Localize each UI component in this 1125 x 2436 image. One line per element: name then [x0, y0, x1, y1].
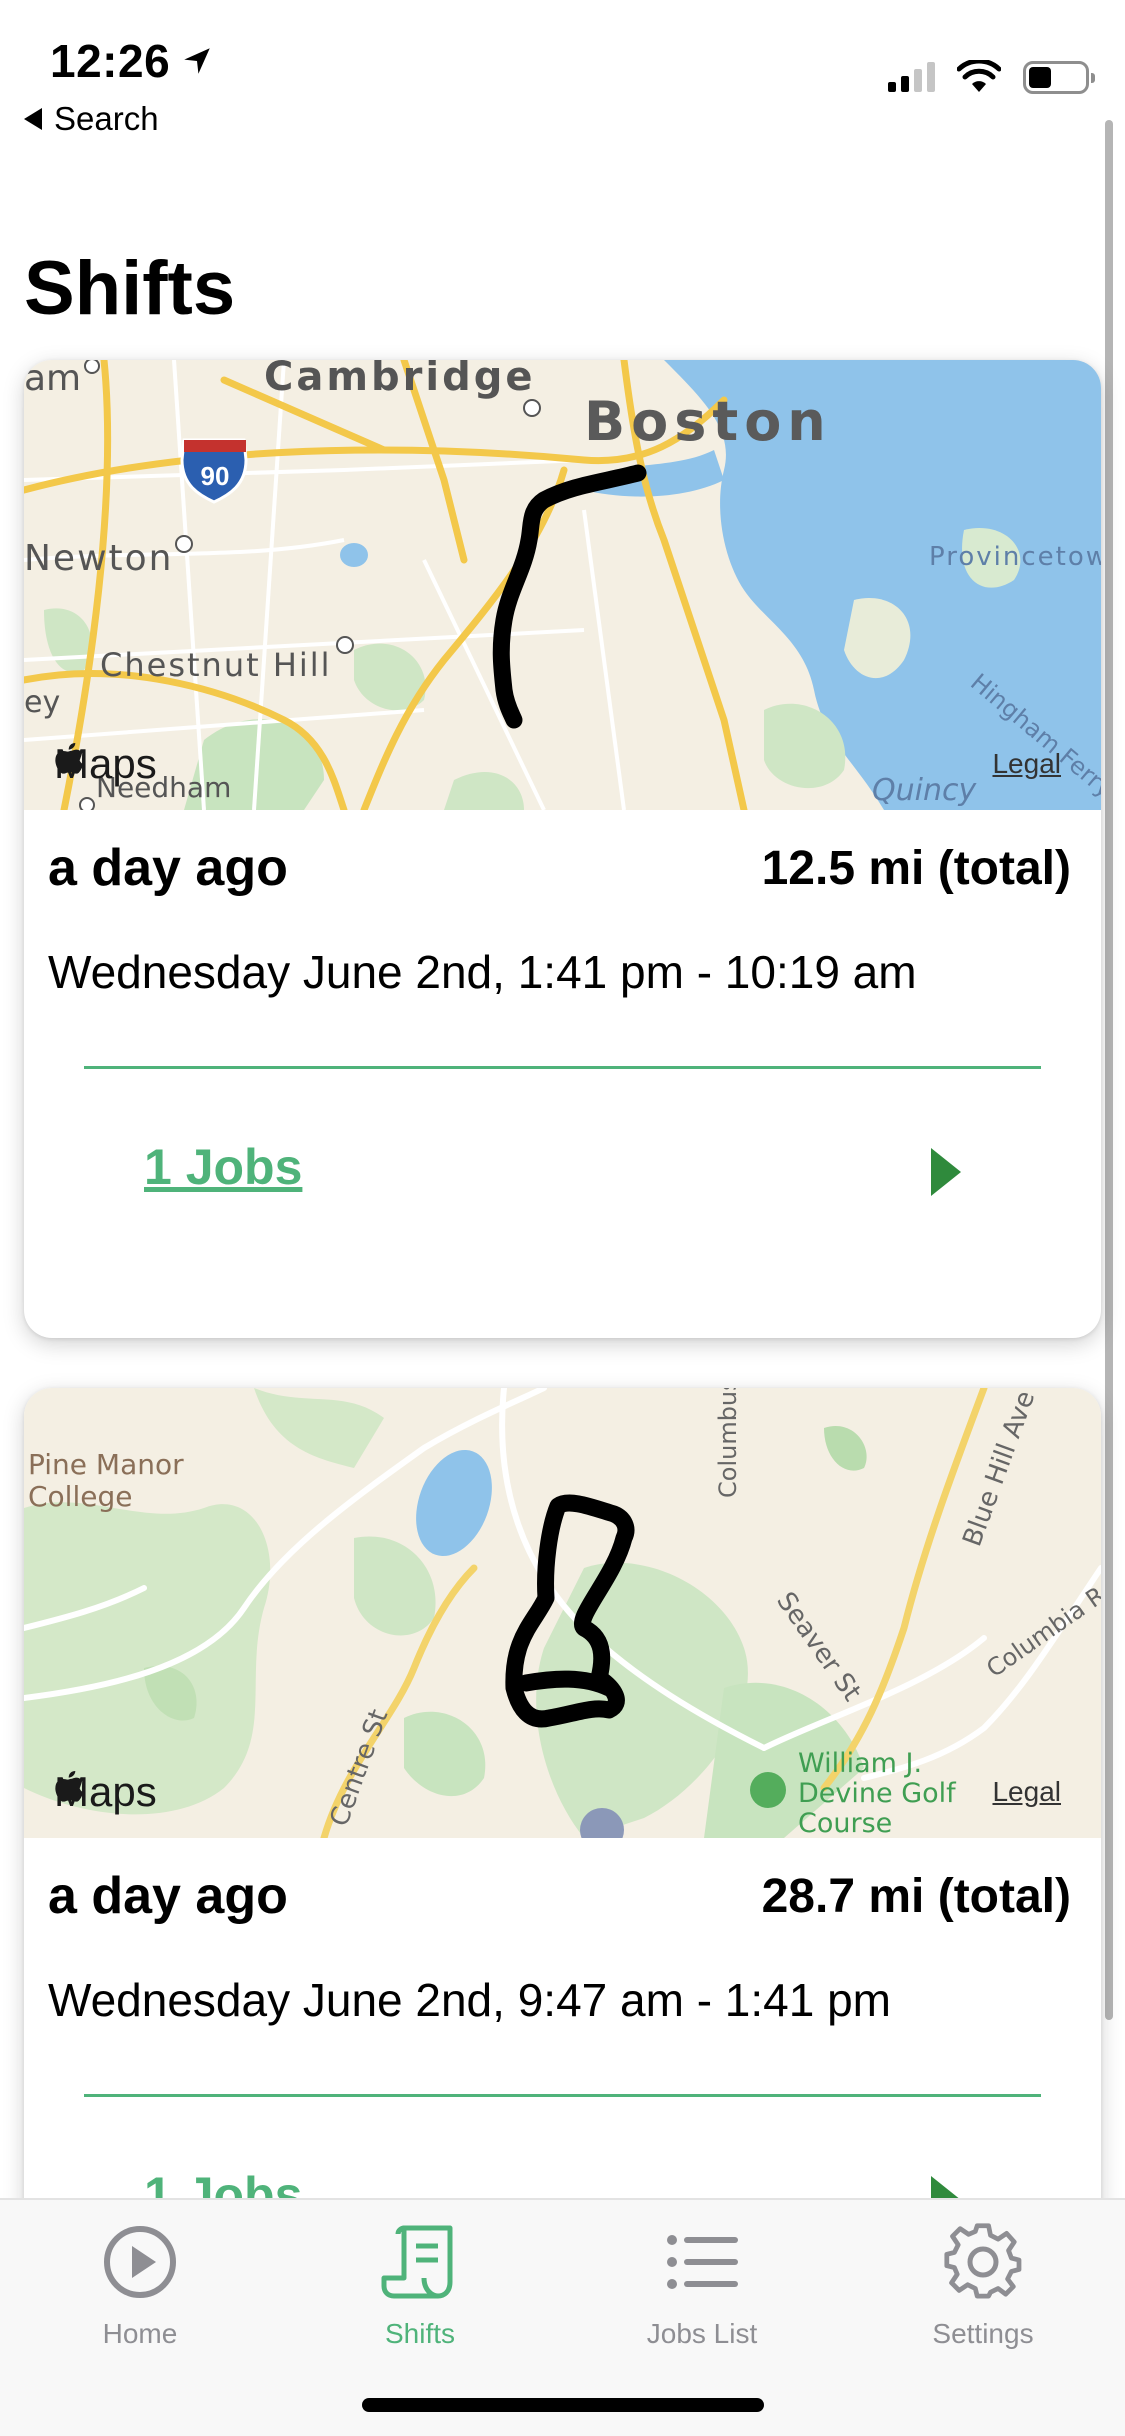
shift-relative-date: a day ago — [48, 1867, 288, 1925]
list-icon — [667, 2235, 738, 2289]
shift-distance: 12.5 mi (total) — [761, 841, 1071, 895]
shift-time-range: Wednesday June 2nd, 1:41 pm - 10:19 am — [48, 946, 917, 998]
map-label: Columbus — [714, 1388, 742, 1498]
map-label: Course — [798, 1808, 892, 1838]
apple-logo-icon — [55, 743, 84, 774]
map-label: Boston — [584, 390, 832, 453]
map-label: College — [28, 1480, 132, 1513]
wifi-icon — [957, 60, 1001, 92]
apple-logo-icon — [55, 1771, 84, 1802]
status-time: 12:26 — [50, 34, 214, 88]
legal-link[interactable]: Legal — [992, 748, 1061, 780]
tab-settings[interactable]: Settings — [883, 2222, 1083, 2350]
shift-relative-date: a day ago — [48, 839, 288, 897]
apple-maps-logo: Maps — [54, 740, 157, 788]
play-arrow-icon[interactable] — [931, 1148, 961, 1196]
status-icons — [888, 60, 1095, 94]
map-label: Newton — [24, 538, 173, 579]
map-label: ey — [24, 685, 60, 720]
tab-label: Jobs List — [646, 2318, 758, 2349]
map-label: Quincy — [872, 773, 977, 808]
tab-home[interactable]: Home — [40, 2222, 240, 2350]
tab-label: Home — [102, 2318, 178, 2349]
shift-distance: 28.7 mi (total) — [761, 1869, 1071, 1923]
shift-summary-row: a day ago 12.5 mi (total) — [48, 838, 1071, 898]
map-label: Provincetown — [929, 542, 1101, 572]
legal-link[interactable]: Legal — [992, 1776, 1061, 1808]
gear-icon — [944, 2223, 1022, 2299]
jobs-link[interactable]: 1 Jobs — [144, 1138, 302, 1196]
shift-time-range: Wednesday June 2nd, 9:47 am - 1:41 pm — [48, 1974, 892, 2026]
apple-maps-logo: Maps — [54, 1768, 157, 1816]
map-canvas: 90 am Cambridge Boston Newton Chestnut H… — [24, 360, 1101, 810]
map-label: 90 — [201, 461, 230, 491]
scroll-indicator[interactable] — [1105, 120, 1113, 2020]
back-triangle-icon — [24, 108, 42, 130]
divider — [84, 2094, 1041, 2097]
back-to-search-button[interactable]: Search — [24, 100, 159, 138]
home-indicator[interactable] — [362, 2398, 764, 2412]
clock: 12:26 — [50, 35, 171, 87]
tab-label: Shifts — [384, 2318, 456, 2349]
cellular-signal-icon — [888, 62, 935, 92]
shift-card[interactable]: Pine Manor College Columbus Blue Hill Av… — [24, 1388, 1101, 2288]
map-label: Cambridge — [264, 360, 536, 400]
map-label: Pine Manor — [28, 1448, 184, 1481]
battery-icon — [1023, 60, 1095, 94]
map-label: am — [24, 360, 81, 399]
tab-label: Settings — [932, 2318, 1034, 2349]
shift-card[interactable]: 90 am Cambridge Boston Newton Chestnut H… — [24, 360, 1101, 1338]
tab-shifts[interactable]: Shifts — [320, 2222, 520, 2350]
shift-summary-row: a day ago 28.7 mi (total) — [48, 1866, 1071, 1926]
location-arrow-icon — [184, 48, 210, 74]
route-map[interactable]: 90 am Cambridge Boston Newton Chestnut H… — [24, 360, 1101, 810]
tab-jobs-list[interactable]: Jobs List — [602, 2222, 802, 2350]
receipt-scroll-icon — [381, 2225, 453, 2299]
map-label: William J. — [798, 1748, 922, 1779]
divider — [84, 1066, 1041, 1069]
map-canvas: Pine Manor College Columbus Blue Hill Av… — [24, 1388, 1101, 1838]
page-title: Shifts — [24, 246, 236, 331]
play-circle-icon — [104, 2226, 176, 2298]
route-map[interactable]: Pine Manor College Columbus Blue Hill Av… — [24, 1388, 1101, 1838]
back-label: Search — [54, 100, 159, 137]
map-label: Devine Golf — [798, 1778, 957, 1809]
map-label: Chestnut Hill — [100, 646, 332, 684]
shifts-screen: 12:26 Search Shifts 90 am Cambridge Bost… — [0, 0, 1125, 2436]
